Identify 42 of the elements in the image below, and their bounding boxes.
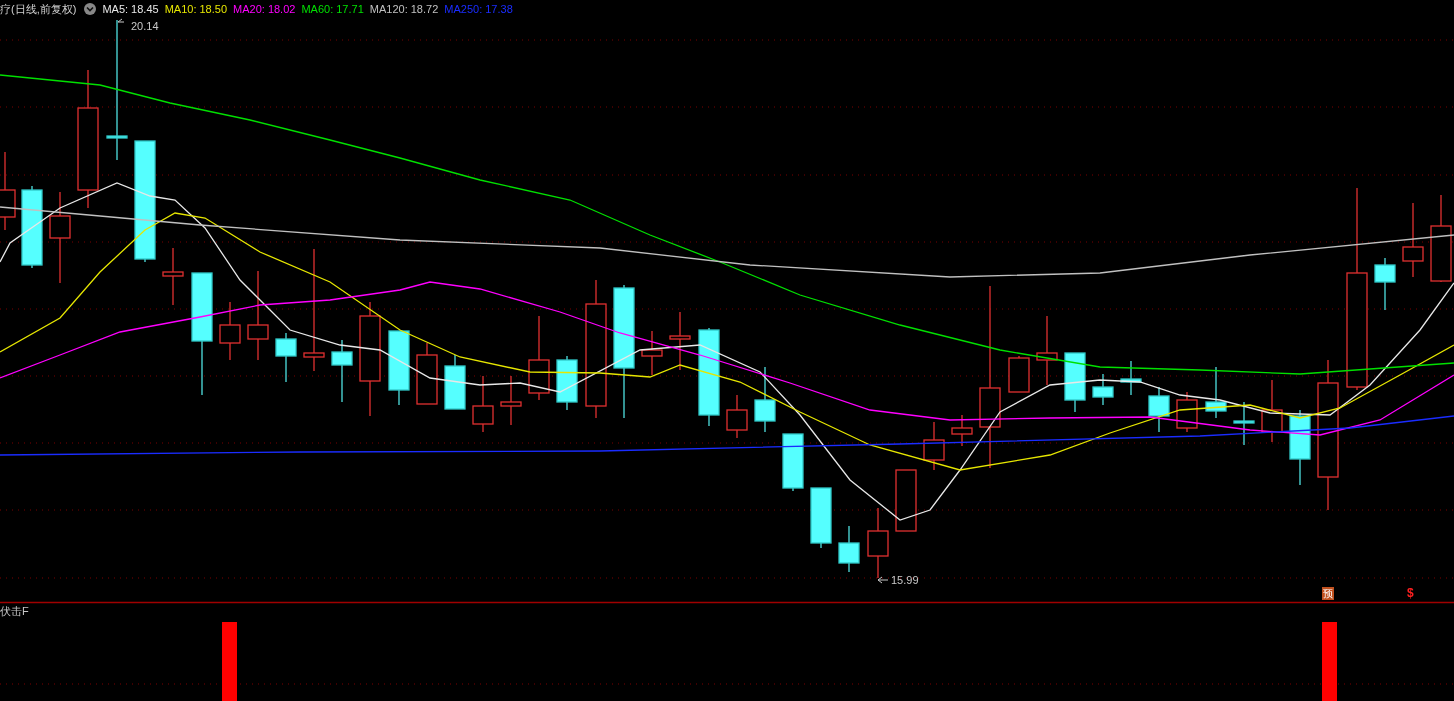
- candlestick: [275, 332, 297, 383]
- candlestick: [754, 366, 776, 433]
- moving-average-value: MA250: 17.38: [444, 3, 513, 15]
- candlestick: [1008, 355, 1030, 393]
- candlestick: [1176, 391, 1198, 433]
- candlestick: [1374, 257, 1396, 311]
- candlestick: [838, 525, 860, 573]
- candlestick: [810, 487, 832, 549]
- candlestick: [1205, 366, 1227, 419]
- candlestick: [331, 339, 353, 403]
- candlestick: [1092, 373, 1114, 406]
- candlestick: [1233, 401, 1255, 446]
- dropdown-icon[interactable]: [84, 3, 97, 15]
- candlestick: [1064, 352, 1086, 413]
- candlestick: [1036, 315, 1058, 386]
- candlestick: [416, 342, 438, 405]
- candlestick: [472, 375, 494, 433]
- candlestick: [1120, 360, 1142, 396]
- candlestick: [641, 330, 663, 376]
- candlestick: [867, 507, 889, 579]
- forecast-badge: 预: [1322, 587, 1334, 600]
- candlestick: [1261, 379, 1283, 443]
- moving-average-value: MA60: 17.71: [301, 3, 364, 15]
- moving-average-value: MA120: 18.72: [369, 3, 439, 15]
- candlestick: [923, 421, 945, 471]
- candlestick: [444, 354, 466, 410]
- candlestick: [951, 414, 973, 447]
- candlestick: [162, 247, 184, 306]
- candlestick: [500, 375, 522, 426]
- candlestick: [782, 433, 804, 492]
- candlestick: [895, 469, 917, 532]
- candlestick: [669, 311, 691, 371]
- dollar-marker: $: [1407, 587, 1414, 600]
- candlestick: [556, 355, 578, 411]
- candlestick: [219, 301, 241, 361]
- moving-average-value: MA10: 18.50: [164, 3, 228, 15]
- indicator-name: 伏击F: [0, 604, 29, 619]
- moving-average-value: MA20: 18.02: [233, 3, 296, 15]
- chart-title: 疗(日线,前复权): [0, 1, 77, 17]
- candlestick: [726, 394, 748, 439]
- moving-average-value: MA5: 18.45: [102, 3, 159, 15]
- candlestick: [1148, 386, 1170, 433]
